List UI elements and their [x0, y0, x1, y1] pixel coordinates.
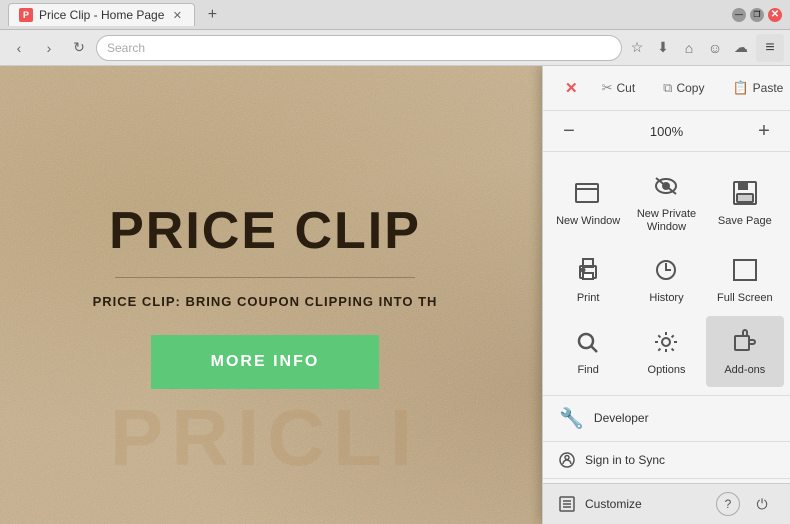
private-window-icon	[650, 170, 682, 202]
cut-label: Cut	[616, 81, 635, 95]
customize-icon	[559, 496, 575, 512]
bottom-row: Customize ? ⏻	[543, 483, 790, 524]
history-icon	[650, 254, 682, 286]
refresh-button[interactable]: ↻	[66, 35, 92, 61]
save-page-icon	[729, 177, 761, 209]
home-icon[interactable]: ⌂	[678, 37, 700, 59]
cut-button[interactable]: ✂ Cut	[592, 75, 646, 101]
find-icon	[572, 326, 604, 358]
private-window-item[interactable]: New Private Window	[627, 160, 705, 244]
more-info-button[interactable]: MORE INFO	[151, 335, 380, 389]
new-window-label: New Window	[556, 215, 620, 228]
fullscreen-item[interactable]: Full Screen	[706, 244, 784, 315]
power-button[interactable]: ⏻	[750, 492, 774, 516]
addons-item[interactable]: Add-ons	[706, 316, 784, 387]
help-button[interactable]: ?	[716, 492, 740, 516]
forward-button[interactable]: ›	[36, 35, 62, 61]
tab-favicon: P	[19, 8, 33, 22]
fullscreen-icon	[729, 254, 761, 286]
signin-icon	[559, 452, 575, 468]
site-subtitle: PRICE CLIP: BRING COUPON CLIPPING INTO T…	[93, 294, 438, 309]
search-placeholder: Search	[107, 41, 145, 55]
print-item[interactable]: Print	[549, 244, 627, 315]
cut-icon: ✂	[602, 80, 613, 96]
copy-label: Copy	[676, 81, 704, 95]
new-window-item[interactable]: New Window	[549, 160, 627, 244]
title-bar-left: P Price Clip - Home Page ✕ +	[8, 3, 223, 26]
options-item[interactable]: Options	[627, 316, 705, 387]
tab-title: Price Clip - Home Page	[39, 8, 164, 22]
copy-button[interactable]: ⧉ Copy	[653, 75, 714, 101]
cut-copy-paste-row: ✕ ✂ Cut ⧉ Copy 📋 Paste	[543, 66, 790, 111]
menu-icon-grid: New Window New Private Window	[543, 152, 790, 396]
fullscreen-label: Full Screen	[717, 292, 773, 305]
main-content: PRICLI PRICE CLIP PRICE CLIP: BRING COUP…	[0, 66, 790, 524]
back-button[interactable]: ‹	[6, 35, 32, 61]
options-label: Options	[648, 364, 686, 377]
webpage-content: PRICE CLIP PRICE CLIP: BRING COUPON CLIP…	[0, 66, 530, 524]
save-page-item[interactable]: Save Page	[706, 160, 784, 244]
bookmark-icon[interactable]: ☆	[626, 37, 648, 59]
zoom-row: − 100% +	[543, 111, 790, 152]
site-title: PRICE CLIP	[109, 201, 421, 261]
addons-icon	[729, 326, 761, 358]
restore-button[interactable]: ❐	[750, 8, 764, 22]
site-divider	[115, 277, 415, 278]
tab-close-button[interactable]: ✕	[170, 8, 184, 22]
zoom-in-button[interactable]: +	[750, 117, 778, 145]
customize-label[interactable]: Customize	[585, 497, 706, 511]
developer-icon: 🔧	[559, 406, 584, 431]
paste-label: Paste	[753, 81, 784, 95]
cut-x-icon: ✕	[555, 74, 588, 102]
browser-tab[interactable]: P Price Clip - Home Page ✕	[8, 3, 195, 26]
developer-row[interactable]: 🔧 Developer	[543, 396, 790, 442]
signin-label: Sign in to Sync	[585, 453, 665, 467]
paste-icon: 📋	[732, 80, 748, 96]
title-bar: P Price Clip - Home Page ✕ + — ❐ ✕	[0, 0, 790, 30]
close-button[interactable]: ✕	[768, 8, 782, 22]
firefox-menu: ✕ ✂ Cut ⧉ Copy 📋 Paste − 100% +	[542, 66, 790, 524]
window-controls: — ❐ ✕	[732, 8, 782, 22]
print-label: Print	[577, 292, 600, 305]
find-item[interactable]: Find	[549, 316, 627, 387]
options-icon	[650, 326, 682, 358]
history-label: History	[649, 292, 683, 305]
minimize-button[interactable]: —	[732, 8, 746, 22]
signin-row[interactable]: Sign in to Sync	[543, 442, 790, 479]
paste-button[interactable]: 📋 Paste	[722, 75, 790, 101]
sync-icon[interactable]: ☁	[730, 37, 752, 59]
download-icon[interactable]: ⬇	[652, 37, 674, 59]
save-page-label: Save Page	[718, 215, 772, 228]
new-tab-button[interactable]: +	[201, 4, 223, 26]
find-label: Find	[577, 364, 598, 377]
nav-bar: ‹ › ↻ Search ☆ ⬇ ⌂ ☺ ☁ ≡	[0, 30, 790, 66]
private-window-label: New Private Window	[633, 208, 699, 234]
print-icon	[572, 254, 604, 286]
copy-icon: ⧉	[663, 80, 672, 96]
new-window-icon	[572, 177, 604, 209]
developer-label: Developer	[594, 411, 649, 425]
addons-label: Add-ons	[724, 364, 765, 377]
hamburger-menu-button[interactable]: ≡	[756, 34, 784, 62]
emoji-icon[interactable]: ☺	[704, 37, 726, 59]
history-item[interactable]: History	[627, 244, 705, 315]
zoom-out-button[interactable]: −	[555, 117, 583, 145]
address-bar[interactable]: Search	[96, 35, 622, 61]
zoom-value: 100%	[591, 124, 742, 139]
